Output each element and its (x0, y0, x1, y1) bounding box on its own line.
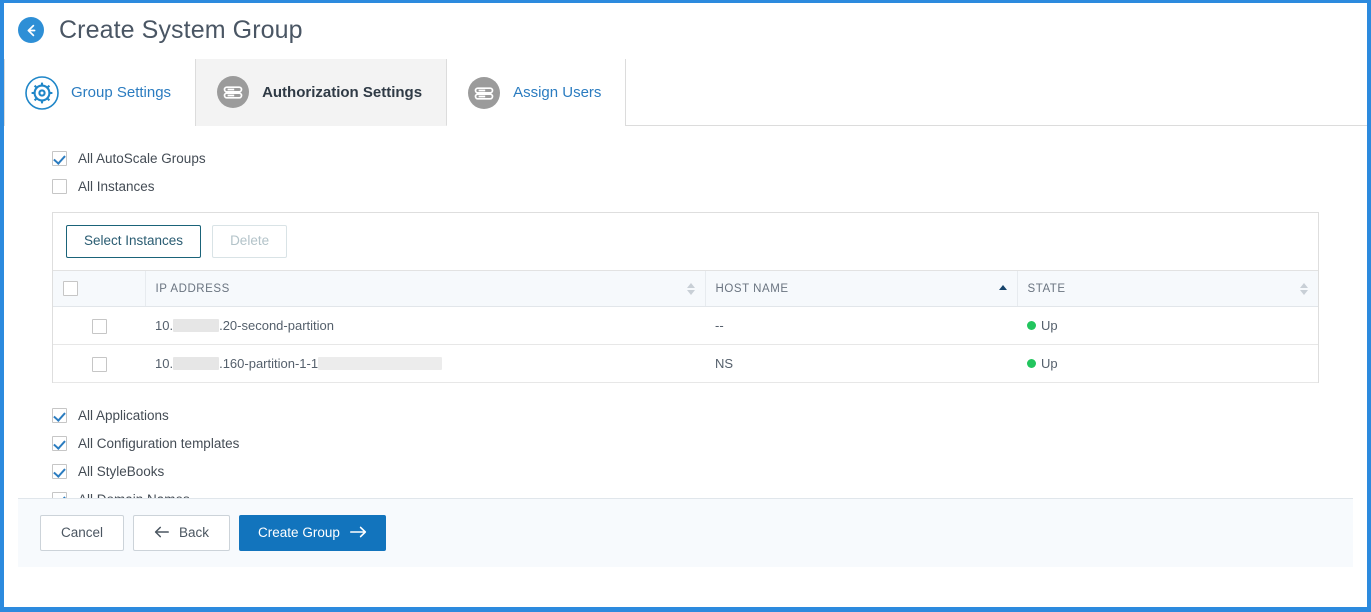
checkbox-all-configuration-templates[interactable] (52, 435, 67, 451)
checkbox-all-instances[interactable] (52, 178, 67, 194)
checkbox-label: All StyleBooks (78, 463, 165, 479)
instances-table: IP ADDRESS HOST NAME STATE 10. .20-secon… (53, 270, 1318, 384)
checkbox-row-all-autoscale-groups[interactable]: All AutoScale Groups (4, 144, 1367, 172)
table-header: IP ADDRESS HOST NAME STATE (53, 270, 1318, 308)
cell-ip-address: 10. .160-partition-1-1 (145, 344, 705, 384)
cell-host-name: -- (705, 306, 1017, 346)
checkbox-select-all-rows[interactable] (63, 281, 78, 297)
checkbox-row-all-configuration-templates[interactable]: All Configuration templates (4, 429, 1367, 457)
column-label: IP ADDRESS (155, 282, 230, 295)
footer-action-bar: Cancel Back Create Group (18, 497, 1353, 567)
status-badge: Up (1027, 318, 1058, 333)
table-row[interactable]: 10. .20-second-partition -- Up (53, 306, 1318, 346)
gear-icon (25, 75, 59, 110)
ip-suffix: .160-partition-1-1 (219, 356, 319, 372)
page-header: Create System Group (4, 3, 1367, 53)
status-dot-icon (1027, 321, 1036, 331)
status-dot-icon (1027, 359, 1036, 369)
column-header-select-all[interactable] (53, 270, 146, 308)
status-label: Up (1041, 318, 1058, 334)
sort-arrows-icon[interactable] (1300, 282, 1308, 295)
back-button[interactable]: Back (133, 514, 231, 551)
page-title: Create System Group (59, 15, 303, 44)
tab-bar: Group Settings Authorization Settings As… (4, 59, 1367, 126)
row-select-cell[interactable] (53, 306, 145, 346)
tab-group-settings[interactable]: Group Settings (4, 59, 197, 126)
redacted-host-suffix (318, 357, 443, 371)
table-row[interactable]: 10. .160-partition-1-1 NS Up (53, 344, 1318, 384)
tab-authorization-settings[interactable]: Authorization Settings (196, 59, 448, 126)
tab-label: Assign Users (513, 84, 602, 101)
server-icon (216, 75, 250, 109)
create-group-button[interactable]: Create Group (239, 514, 386, 551)
server-icon (467, 76, 501, 110)
delete-button: Delete (212, 225, 288, 258)
column-header-state[interactable]: STATE (1017, 270, 1318, 308)
instances-toolbar: Select Instances Delete (53, 213, 1318, 271)
create-group-label: Create Group (258, 525, 340, 540)
checkbox-row-all-instances[interactable]: All Instances (4, 172, 1367, 200)
table-body: 10. .20-second-partition -- Up 10. .160-… (53, 306, 1318, 384)
instances-panel: Select Instances Delete IP ADDRESS HOST … (52, 212, 1319, 384)
cancel-label: Cancel (61, 525, 104, 540)
cell-ip-address: 10. .20-second-partition (145, 306, 705, 346)
permission-checkbox-group: All Applications All Configuration templ… (4, 383, 1367, 513)
checkbox-all-autoscale-groups[interactable] (52, 150, 67, 166)
cell-state: Up (1017, 306, 1318, 346)
tab-assign-users[interactable]: Assign Users (447, 59, 627, 126)
checkbox-label: All Instances (78, 178, 155, 194)
checkbox-label: All Configuration templates (78, 435, 240, 451)
column-header-host-name[interactable]: HOST NAME (705, 270, 1018, 308)
ip-prefix: 10. (155, 318, 174, 334)
column-label: STATE (1027, 282, 1066, 295)
redacted-ip-octets (173, 357, 220, 371)
back-arrow-icon[interactable] (18, 17, 44, 43)
cell-host-name: NS (705, 344, 1017, 384)
arrow-right-icon (349, 526, 367, 541)
sort-arrows-icon[interactable] (686, 282, 695, 295)
tab-label: Authorization Settings (262, 83, 423, 101)
checkbox-row-all-applications[interactable]: All Applications (4, 401, 1367, 429)
ip-suffix: .20-second-partition (219, 318, 334, 334)
back-label: Back (179, 525, 210, 540)
cancel-button[interactable]: Cancel (40, 514, 125, 551)
sort-ascending-icon[interactable] (998, 285, 1007, 292)
ip-prefix: 10. (155, 356, 174, 372)
checkbox-row-select[interactable] (91, 318, 107, 334)
checkbox-row-all-stylebooks[interactable]: All StyleBooks (4, 457, 1367, 485)
tab-bar-filler (626, 59, 1367, 126)
arrow-left-icon (154, 526, 170, 541)
checkbox-all-stylebooks[interactable] (52, 463, 67, 479)
redacted-ip-octets (173, 319, 220, 333)
column-label: HOST NAME (715, 282, 789, 295)
tab-label: Group Settings (71, 84, 172, 101)
page-body: Create System Group Group Settings Autho… (4, 3, 1367, 585)
select-instances-button[interactable]: Select Instances (66, 225, 202, 258)
app-window: Create System Group Group Settings Autho… (0, 0, 1371, 612)
cell-state: Up (1017, 344, 1318, 384)
checkbox-all-applications[interactable] (52, 407, 67, 423)
checkbox-row-select[interactable] (91, 356, 107, 372)
row-select-cell[interactable] (53, 344, 145, 384)
column-header-ip-address[interactable]: IP ADDRESS (145, 270, 706, 308)
checkbox-label: All Applications (78, 407, 169, 423)
authorization-settings-panel: All AutoScale Groups All Instances Selec… (4, 126, 1367, 513)
status-badge: Up (1027, 356, 1058, 371)
status-label: Up (1041, 356, 1058, 372)
checkbox-label: All AutoScale Groups (78, 150, 206, 166)
